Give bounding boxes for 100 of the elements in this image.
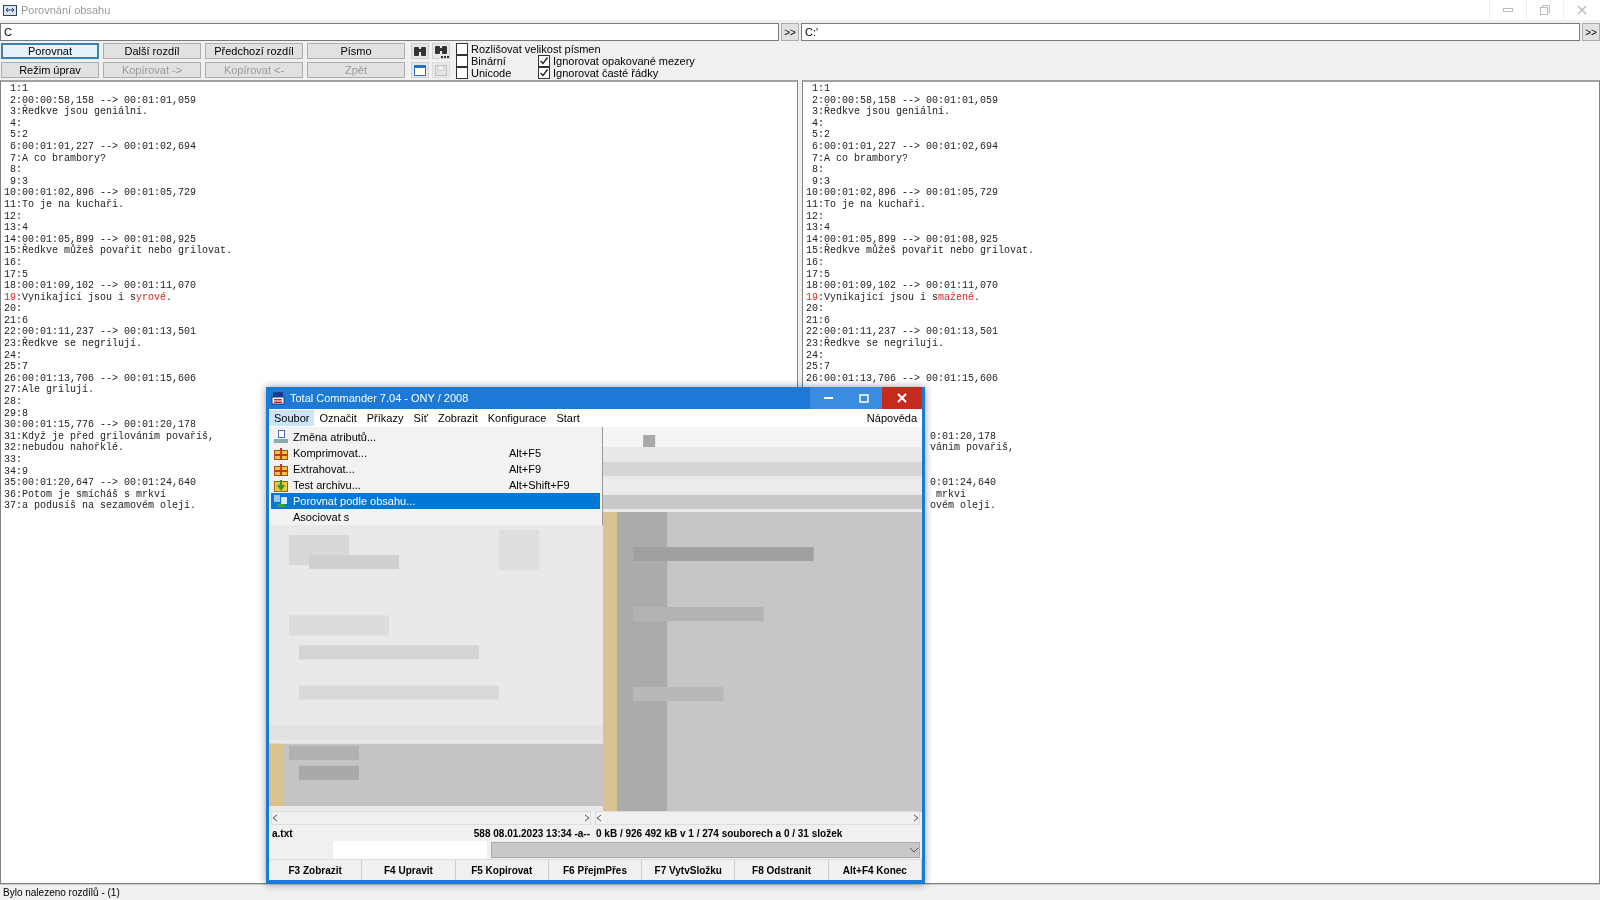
toolbar-button[interactable]: Porovnat: [1, 43, 99, 59]
option-label[interactable]: Ignorovat opakované mezery: [553, 55, 695, 67]
menu-item[interactable]: Označit: [314, 410, 362, 426]
command-field[interactable]: [333, 841, 487, 859]
text-line: 0:01:24,640: [930, 477, 996, 489]
window-title: Porovnání obsahu: [21, 4, 112, 16]
text-line: 9:3: [811, 175, 830, 188]
selection-summary: 0 kB / 926 492 kB v 1 / 274 souborech a 0 / 31 složek: [596, 827, 843, 839]
checkbox[interactable]: [456, 55, 468, 67]
chevron-left-icon[interactable]: [272, 814, 279, 822]
text-line: 11:To je na kuchaři.: [806, 198, 927, 211]
file-details: 588 08.01.2023 13:34 -a--: [473, 827, 590, 839]
browse-button[interactable]: >>: [1582, 23, 1600, 41]
text-line: 35:00:01:20,647 --> 00:01:24,640: [4, 477, 197, 489]
text-line: 18:00:01:09,102 --> 00:01:11,070: [806, 280, 999, 292]
menu-item[interactable]: Konfigurace: [482, 410, 552, 426]
text-line: 31:Když je před grilováním povaříš,: [4, 430, 215, 442]
minimize-icon: [823, 394, 833, 402]
text-line: 15:Ředkve můžeš povařit nebo grilovat.: [4, 245, 233, 257]
scrollbar[interactable]: [595, 811, 920, 825]
menu-item[interactable]: Extrahovat... Alt+F9: [271, 461, 600, 477]
text-line: 14:00:01:05,899 --> 00:01:08,925: [4, 233, 197, 245]
chevron-down-icon: [909, 846, 919, 854]
menu-item[interactable]: Soubor: [269, 410, 315, 426]
minimize-button[interactable]: [810, 387, 846, 409]
text-line: 29:8: [4, 407, 28, 420]
text-line: 10:00:01:02,896 --> 00:01:05,729: [4, 187, 197, 199]
option-label[interactable]: Binární: [471, 55, 506, 67]
text-line: 20:: [4, 303, 22, 315]
chevron-left-icon[interactable]: [596, 814, 603, 822]
floppy-icon: [433, 62, 449, 77]
text-line: 18:00:01:09,102 --> 00:01:11,070: [4, 280, 197, 292]
menu-item[interactable]: Zobrazit: [433, 410, 483, 426]
option-label[interactable]: Ignorovat časté řádky: [553, 67, 659, 79]
text-line: 3:Ředkve jsou geniální.: [9, 106, 149, 118]
text-line: 25:7: [4, 361, 28, 373]
restore-icon: [1540, 5, 1550, 15]
menu-item[interactable]: Porovnat podle obsahu...: [271, 493, 600, 509]
menu-item[interactable]: Test archivu... Alt+Shift+F9: [271, 477, 600, 493]
text-line: 9:3: [9, 175, 28, 188]
text-line: 13:4: [806, 222, 830, 234]
text-line: 16:: [4, 256, 22, 269]
maximize-button[interactable]: [846, 387, 882, 409]
path-field[interactable]: C:': [801, 23, 1580, 41]
checkbox[interactable]: [456, 67, 468, 79]
text-line: 2:00:00:58,158 --> 00:01:01,059: [9, 94, 197, 106]
text-line: 7:A co brambory?: [9, 152, 106, 165]
document-icon: [273, 430, 289, 444]
text-line: 12:: [4, 210, 22, 223]
toolbar-button[interactable]: Další rozdíl: [103, 43, 201, 59]
maximize-icon: [859, 393, 869, 403]
checkbox[interactable]: [538, 55, 550, 67]
text-line: 26:00:01:13,706 --> 00:01:15,606: [4, 372, 197, 384]
scrollbar[interactable]: [271, 811, 591, 825]
floppy-icon: [271, 391, 285, 405]
menu-item[interactable]: Asociovat s: [271, 509, 600, 525]
icon-button[interactable]: [411, 61, 429, 78]
chevron-right-icon[interactable]: [912, 814, 919, 822]
text-line: 33:: [4, 454, 22, 466]
text-line: 32:nebudou nahořklé.: [4, 442, 125, 454]
option-label[interactable]: Unicode: [471, 67, 512, 79]
text-line: 16:: [806, 256, 824, 269]
checkbox[interactable]: [456, 43, 468, 55]
text-line: ovém oleji.: [930, 500, 996, 512]
text-line: 25:7: [806, 361, 830, 373]
path-field[interactable]: C: [0, 23, 779, 41]
package-icon: [273, 462, 289, 476]
text-line: 7:A co brambory?: [811, 152, 908, 165]
text-line: 19:Vynikající jsou i smažené.: [806, 291, 981, 304]
text-line: 17:5: [4, 268, 28, 281]
toolbar-button[interactable]: Předchozí rozdíl: [205, 43, 303, 59]
close-icon: [897, 393, 907, 403]
text-line: 23:Ředkve se negrilují.: [806, 338, 945, 350]
toolbar-button[interactable]: Režim úprav: [1, 61, 99, 78]
menu-item[interactable]: Změna atributů...: [271, 429, 600, 445]
text-line: 23:Ředkve se negrilují.: [4, 338, 143, 350]
menu-item[interactable]: Síť: [408, 410, 433, 426]
text-line: 30:00:01:15,776 --> 00:01:20,178: [4, 419, 197, 431]
option-label[interactable]: Rozlišovat velikost písmen: [471, 43, 601, 55]
chevron-right-icon[interactable]: [583, 814, 590, 822]
text-line: 6:00:01:01,227 --> 00:01:02,694: [811, 140, 999, 153]
text-line: 12:: [806, 210, 824, 223]
toolbar-button[interactable]: Písmo: [307, 43, 405, 59]
text-line: 37:a podusíš na sezamovém oleji.: [4, 500, 197, 512]
text-line: 5:2: [9, 129, 28, 141]
close-icon: [1577, 5, 1587, 15]
menu-item[interactable]: Start: [551, 410, 585, 426]
menu-item[interactable]: Nápověda: [861, 410, 922, 426]
icon-button[interactable]: [411, 43, 429, 59]
menu-item[interactable]: Příkazy: [361, 410, 409, 426]
icon-button[interactable]: [432, 43, 450, 59]
text-line: 3:Ředkve jsou geniální.: [811, 106, 951, 118]
menu-item[interactable]: Komprimovat... Alt+F5: [271, 445, 600, 461]
close-button[interactable]: [882, 387, 922, 409]
browse-button[interactable]: >>: [781, 23, 799, 41]
checkbox[interactable]: [538, 67, 550, 79]
window-title: Total Commander 7.04 - ONY / 2008: [290, 392, 470, 404]
text-line: 13:4: [4, 222, 28, 234]
text-line: 6:00:01:01,227 --> 00:01:02,694: [9, 140, 197, 153]
window-icon: [412, 62, 428, 77]
